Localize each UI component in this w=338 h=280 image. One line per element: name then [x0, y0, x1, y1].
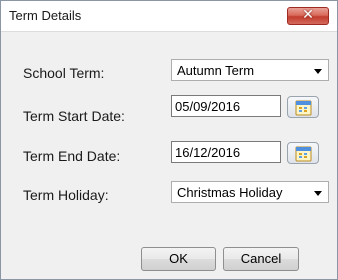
school-term-label: School Term: — [23, 65, 105, 81]
term-start-date-input[interactable]: 05/09/2016 — [171, 95, 281, 117]
term-start-date-value: 05/09/2016 — [175, 99, 241, 114]
school-term-value: Autumn Term — [177, 63, 255, 78]
end-date-calendar-button[interactable] — [287, 142, 319, 164]
dialog-title: Term Details — [9, 8, 82, 23]
start-date-calendar-button[interactable] — [287, 96, 319, 118]
calendar-icon — [295, 146, 312, 162]
calendar-icon — [295, 100, 312, 116]
ok-button[interactable]: OK — [141, 247, 216, 271]
cancel-button[interactable]: Cancel — [223, 247, 299, 271]
term-start-date-label: Term Start Date: — [23, 108, 125, 124]
term-holiday-select[interactable]: Christmas Holiday — [171, 181, 329, 203]
chevron-down-icon — [314, 191, 322, 196]
term-end-date-value: 16/12/2016 — [175, 145, 241, 160]
term-details-dialog: Term Details ✕ School Term: Autumn Term … — [0, 0, 338, 280]
term-end-date-label: Term End Date: — [23, 148, 121, 164]
close-button[interactable]: ✕ — [287, 7, 329, 25]
chevron-down-icon — [314, 69, 322, 74]
school-term-select[interactable]: Autumn Term — [171, 59, 329, 81]
close-icon: ✕ — [302, 7, 314, 23]
title-bar: Term Details ✕ — [1, 1, 337, 32]
term-end-date-input[interactable]: 16/12/2016 — [171, 141, 281, 163]
term-holiday-value: Christmas Holiday — [177, 185, 283, 200]
term-holiday-label: Term Holiday: — [23, 187, 109, 203]
